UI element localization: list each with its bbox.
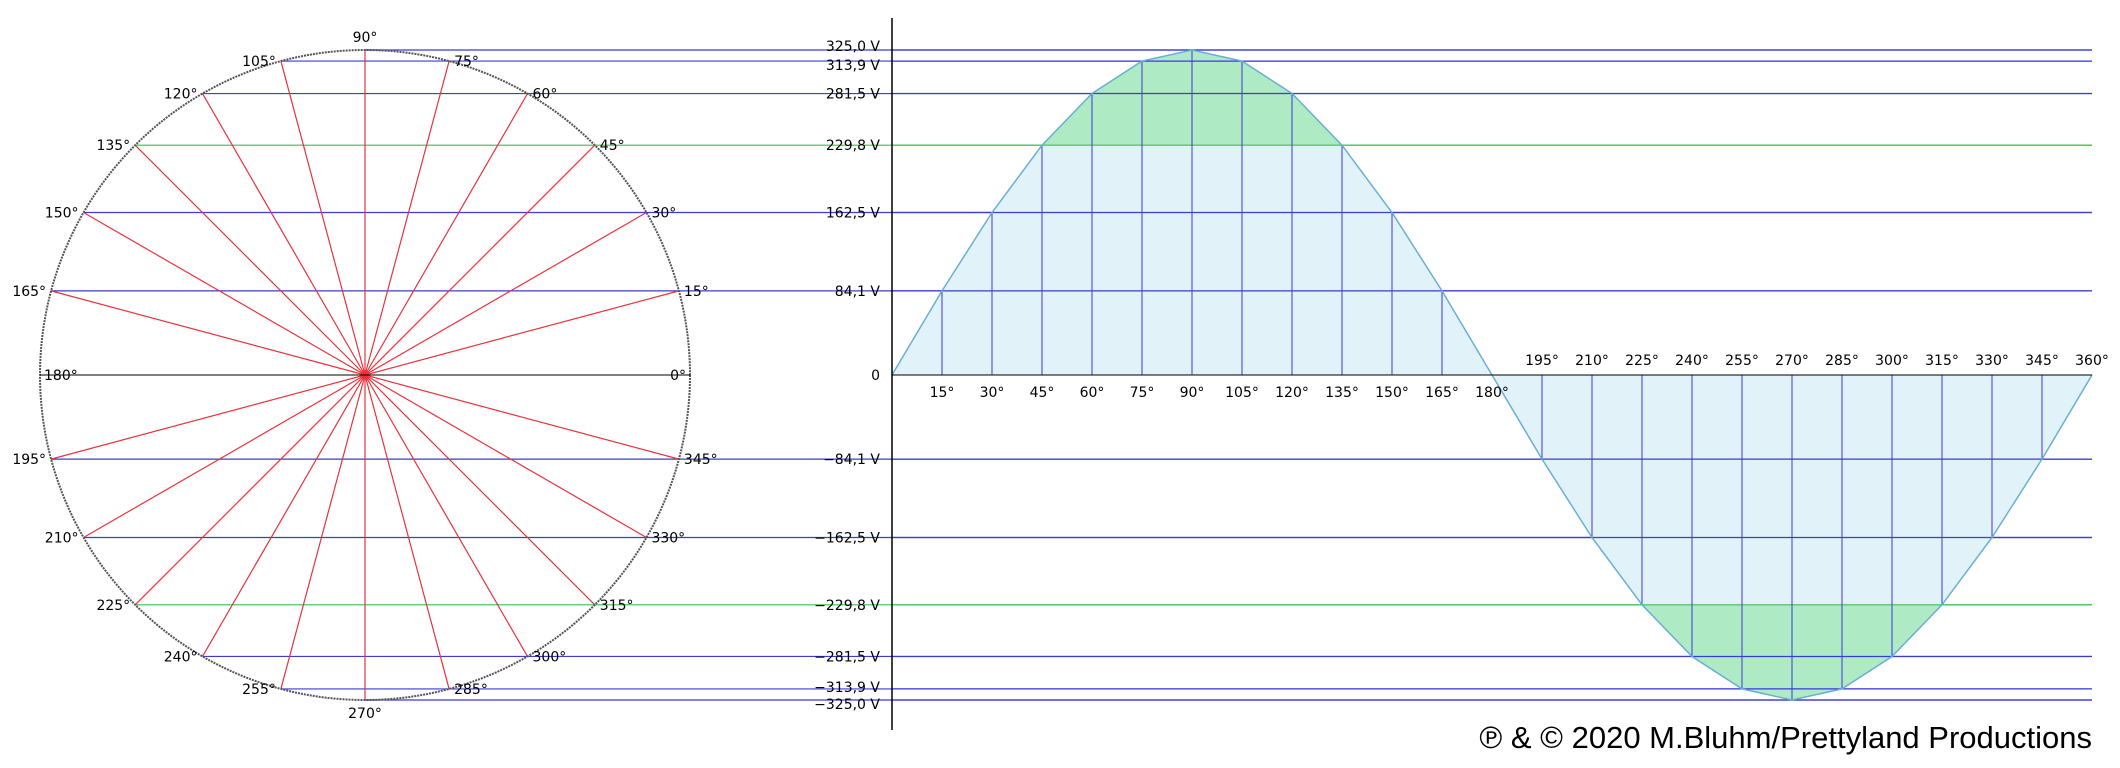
circle-angle-label: 90°: [353, 30, 378, 46]
circle-angle-label: 180°: [44, 368, 78, 384]
voltage-label: 325,0 V: [826, 39, 881, 55]
wave-angle-label: 15°: [930, 385, 955, 401]
copyright-notice: ℗ & © 2020 M.Bluhm/Prettyland Production…: [1479, 720, 2092, 755]
voltage-label: −313,9 V: [814, 680, 880, 696]
voltage-label: −162,5 V: [814, 531, 880, 547]
circle-angle-label: 300°: [533, 649, 567, 665]
circle-angle-label: 15°: [684, 284, 709, 300]
circle-angle-label: 60°: [533, 87, 558, 103]
radius-line: [201, 93, 366, 376]
radius-line: [280, 60, 366, 376]
voltage-label: −325,0 V: [814, 697, 880, 713]
circle-angle-label: 30°: [651, 206, 676, 222]
voltage-label: 84,1 V: [835, 284, 881, 300]
wave-angle-label: 285°: [1825, 353, 1859, 369]
voltage-label: −84,1 V: [823, 452, 880, 468]
radius-line: [364, 374, 529, 657]
circle-angle-label: 105°: [242, 54, 276, 70]
circle-angle-label: 195°: [12, 452, 46, 468]
voltage-label: −281,5 V: [814, 650, 880, 666]
wave-angle-label: 225°: [1625, 353, 1659, 369]
radius-line: [364, 93, 529, 376]
radius-line: [364, 374, 680, 460]
wave-angle-label: 60°: [1080, 385, 1105, 401]
wave-angle-label: 90°: [1180, 385, 1205, 401]
wave-angle-label: 165°: [1425, 385, 1459, 401]
circle-angle-label: 225°: [96, 598, 130, 614]
voltage-label: −229,8 V: [814, 598, 880, 614]
radius-line: [201, 374, 366, 657]
radius-line: [134, 144, 366, 376]
circle-angle-label: 240°: [164, 649, 198, 665]
voltage-label: 313,9 V: [826, 58, 881, 74]
voltage-label: 281,5 V: [826, 87, 881, 103]
voltage-label: 0: [871, 368, 880, 384]
wave-angle-label: 345°: [2025, 353, 2059, 369]
radius-line: [364, 374, 596, 606]
wave-angle-label: 270°: [1775, 353, 1809, 369]
wave-angle-label: 120°: [1275, 385, 1309, 401]
circle-angle-label: 135°: [96, 138, 130, 154]
circle-angle-label: 345°: [684, 452, 718, 468]
voltage-label: 162,5 V: [826, 206, 881, 222]
wave-angle-label: 105°: [1225, 385, 1259, 401]
wave-angle-label: 240°: [1675, 353, 1709, 369]
circle-angle-label: 0°: [670, 368, 686, 384]
wave-angle-label: 330°: [1975, 353, 2009, 369]
radius-line: [364, 60, 450, 376]
circle-angle-label: 285°: [454, 682, 488, 698]
wave-angle-label: 150°: [1375, 385, 1409, 401]
circle-angle-label: 165°: [12, 284, 46, 300]
circle-angle-label: 45°: [600, 138, 625, 154]
wave-angle-label: 300°: [1875, 353, 1909, 369]
circle-angle-label: 120°: [164, 87, 198, 103]
radius-line: [83, 211, 366, 376]
wave-angle-label: 135°: [1325, 385, 1359, 401]
wave-angle-label: 315°: [1925, 353, 1959, 369]
circle-angle-label: 150°: [45, 206, 79, 222]
wave-angle-label: 210°: [1575, 353, 1609, 369]
wave-angle-label: 255°: [1725, 353, 1759, 369]
wave-angle-label: 180°: [1475, 385, 1509, 401]
radius-line: [50, 374, 366, 460]
sine-wave-diagram: 0° 15° 30° 45° 60° 75° 90° 105° 120° 135° 150° 165°…: [12, 18, 2109, 755]
wave-angle-label: 195°: [1525, 353, 1559, 369]
circle-angle-label: 75°: [454, 54, 479, 70]
wave-angle-label: 75°: [1130, 385, 1155, 401]
circle-angle-label: 330°: [651, 531, 685, 547]
radius-line: [364, 290, 680, 376]
radius-line: [364, 374, 647, 539]
circle-angle-label: 315°: [600, 598, 634, 614]
radius-line: [364, 144, 596, 376]
circle-angle-label: 255°: [242, 682, 276, 698]
radius-line: [50, 290, 366, 376]
wave-angle-label: 30°: [980, 385, 1005, 401]
circle-angle-label: 210°: [45, 531, 79, 547]
radius-line: [280, 374, 366, 690]
wave-angle-label: 45°: [1030, 385, 1055, 401]
radius-line: [364, 211, 647, 376]
voltage-label: 229,8 V: [826, 138, 881, 154]
radius-line: [364, 374, 450, 690]
circle-angle-label: 270°: [348, 706, 382, 722]
radius-line: [83, 374, 366, 539]
wave-angle-label: 360°: [2075, 353, 2109, 369]
radius-line: [134, 374, 366, 606]
